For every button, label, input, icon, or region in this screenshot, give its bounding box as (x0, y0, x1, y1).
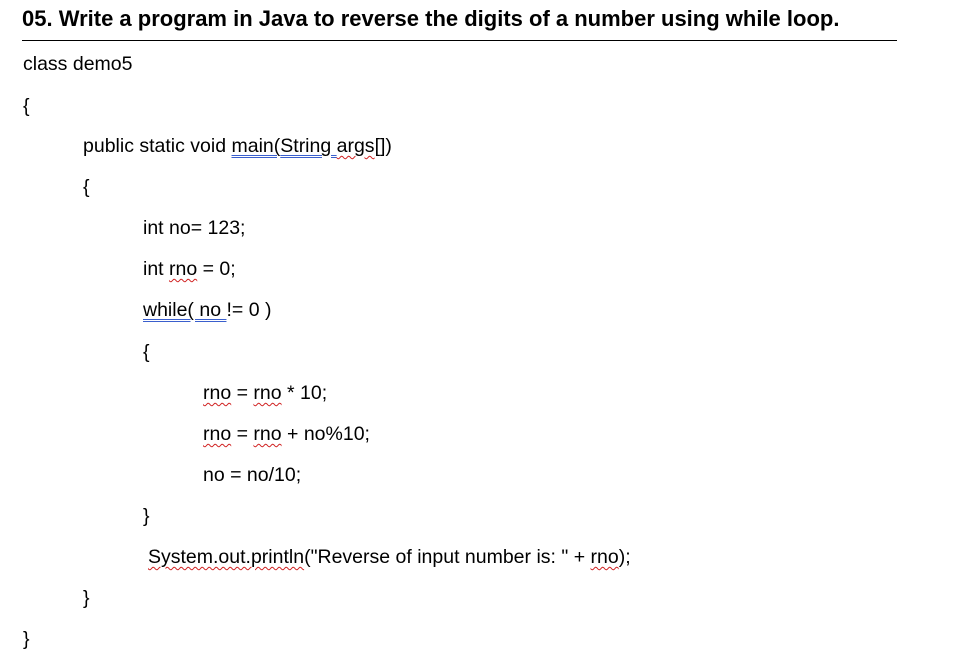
print-statement: System.out.println("Reverse of input num… (148, 544, 631, 570)
main-signature-keywords: public static void (83, 135, 232, 157)
string-type: String (280, 135, 337, 157)
print-close: ); (618, 546, 631, 568)
title-divider (22, 40, 897, 41)
page-title: 05. Write a program in Java to reverse t… (22, 6, 840, 31)
while-close-brace: } (143, 505, 150, 527)
rno-variable: rno (253, 382, 282, 404)
declare-rno: int rno = 0; (143, 256, 236, 282)
multiply-statement: rno = rno * 10; (203, 380, 327, 406)
class-declaration: class demo5 (23, 53, 133, 75)
main-close-brace: } (83, 587, 90, 609)
class-open-brace: { (23, 95, 30, 117)
main-method-signature: public static void main(String args[]) (83, 133, 392, 159)
divide-statement: no = no/10; (203, 464, 302, 486)
rno-variable: rno (590, 546, 619, 568)
rno-variable: rno (203, 423, 232, 445)
rno-variable: rno (169, 258, 198, 280)
assign-operator: = (231, 423, 254, 445)
assign-operator: = (231, 382, 254, 404)
while-open-brace: { (143, 341, 150, 363)
rno-variable: rno (253, 423, 282, 445)
main-name: main( (231, 135, 281, 157)
while-condition: != 0 ) (226, 299, 272, 321)
class-close-brace: } (23, 628, 30, 650)
add-expression: + no%10; (281, 423, 370, 445)
multiply-expression: * 10; (281, 382, 328, 404)
add-digit-statement: rno = rno + no%10; (203, 421, 370, 447)
main-signature-close: []) (374, 135, 392, 157)
print-argument: ("Reverse of input number is: " + (304, 546, 591, 568)
rno-init: = 0; (197, 258, 236, 280)
while-keyword: while( no (143, 299, 227, 321)
declare-no: int no= 123; (143, 217, 246, 239)
main-open-brace: { (83, 176, 90, 198)
args-param: args (336, 135, 375, 157)
rno-variable: rno (203, 382, 232, 404)
while-statement: while( no != 0 ) (143, 297, 271, 323)
int-keyword: int (143, 258, 170, 280)
system-out-println: System.out.println (148, 546, 305, 568)
